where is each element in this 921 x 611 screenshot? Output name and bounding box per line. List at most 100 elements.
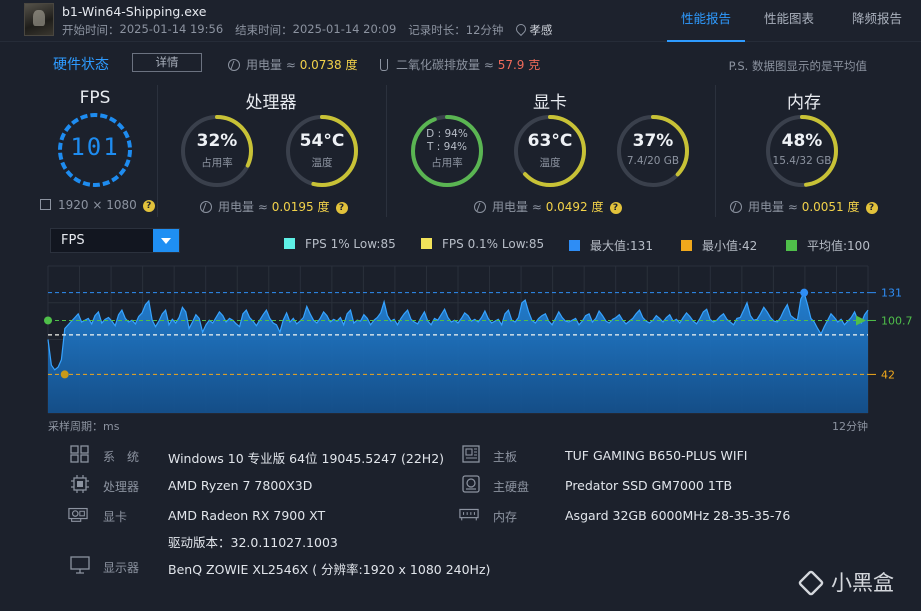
process-name: b1-Win64-Shipping.exe bbox=[62, 4, 207, 19]
screen-icon bbox=[40, 199, 51, 210]
divider bbox=[157, 85, 158, 217]
legend-swatch bbox=[786, 240, 797, 251]
gauge-ring bbox=[617, 115, 689, 187]
legend-label: 最小值:42 bbox=[702, 239, 758, 253]
resolution-text: 1920 × 1080 bbox=[58, 198, 137, 212]
tab-throttle-report[interactable]: 降频报告 bbox=[833, 0, 921, 42]
disk-icon bbox=[462, 475, 480, 493]
legend-item: 平均值:100 bbox=[786, 237, 870, 254]
disk-label: 主硬盘 bbox=[493, 480, 530, 494]
fps-chart: 131 100.7 42 bbox=[44, 265, 913, 414]
gpu-value: AMD Radeon RX 7900 XT bbox=[168, 508, 326, 523]
memory-title: 内存 bbox=[787, 93, 821, 113]
gpu-temp-gauge: 63°C 温度 bbox=[512, 113, 588, 189]
min-marker bbox=[60, 370, 69, 379]
ram-icon bbox=[459, 508, 479, 521]
gpu-title: 显卡 bbox=[533, 93, 567, 113]
gauge-ring bbox=[181, 115, 253, 187]
chevron-down-icon[interactable] bbox=[153, 229, 179, 252]
memory-power-label: 用电量 ≈ bbox=[748, 200, 802, 214]
end-time: 2025-01-14 20:09 bbox=[292, 22, 397, 36]
gauge-ring bbox=[766, 115, 838, 187]
motherboard-label: 主板 bbox=[493, 450, 518, 464]
heybox-logo-icon bbox=[797, 569, 825, 597]
disk-value: Predator SSD GM7000 1TB bbox=[565, 478, 733, 493]
co2-value: 57.9 克 bbox=[497, 58, 541, 72]
duration-label: 记录时长： bbox=[408, 23, 466, 37]
game-icon bbox=[24, 3, 54, 36]
gpu-icon bbox=[68, 507, 88, 522]
cpu-power-value: 0.0195 度 bbox=[271, 200, 330, 214]
divider bbox=[715, 85, 716, 217]
metric-select[interactable]: FPS bbox=[50, 228, 180, 253]
details-button[interactable]: 详情 bbox=[132, 53, 202, 72]
motherboard-icon bbox=[462, 445, 480, 463]
memory-power-value: 0.0051 度 bbox=[801, 200, 860, 214]
fps-value: 101 bbox=[70, 133, 120, 161]
tick-label: 131 bbox=[881, 287, 902, 300]
memory-usage-value: 48% bbox=[781, 131, 823, 151]
start-label: 开始时间： bbox=[62, 23, 120, 37]
co2-emission: 二氧化碳排放量 ≈ 57.9 克 bbox=[380, 56, 540, 73]
x-axis-end-label: 12分钟 bbox=[832, 420, 868, 433]
total-power: 用电量 ≈ 0.0738 度 bbox=[228, 56, 358, 73]
legend-swatch bbox=[681, 240, 692, 251]
gpu-usage-gauge: D : 94% T : 94% 占用率 bbox=[409, 113, 485, 189]
tick-label: 42 bbox=[881, 368, 895, 381]
windows-icon bbox=[70, 445, 89, 463]
legend-item: FPS 0.1% Low:85 bbox=[421, 237, 544, 251]
power-icon bbox=[730, 201, 742, 213]
gpu-power-label: 用电量 ≈ bbox=[492, 200, 546, 214]
gpu-label: 显卡 bbox=[103, 510, 128, 524]
cpu-label: 处理器 bbox=[103, 480, 140, 494]
legend-label: 最大值:131 bbox=[590, 239, 653, 253]
tick-label: 100.7 bbox=[881, 314, 913, 327]
gpu-d-usage: D : 94% bbox=[426, 128, 468, 140]
gauge-ring bbox=[514, 115, 586, 187]
help-icon[interactable]: ? bbox=[609, 202, 622, 214]
resolution: 1920 × 1080? bbox=[40, 198, 155, 213]
legend-item: FPS 1% Low:85 bbox=[284, 237, 396, 251]
help-icon[interactable]: ? bbox=[142, 200, 155, 212]
cpu-usage-value: 32% bbox=[196, 131, 238, 151]
cpu-temp-value: 54°C bbox=[299, 131, 345, 151]
cpu-value: AMD Ryzen 7 7800X3D bbox=[168, 478, 313, 493]
location-icon bbox=[515, 24, 525, 36]
end-label: 结束时间： bbox=[235, 23, 293, 37]
co2-label: 二氧化碳排放量 ≈ bbox=[396, 58, 498, 72]
cpu-power-label: 用电量 ≈ bbox=[218, 200, 272, 214]
tab-performance-charts[interactable]: 性能图表 bbox=[745, 0, 833, 42]
gpu-t-usage: T : 94% bbox=[427, 141, 467, 153]
legend-label: FPS 0.1% Low:85 bbox=[442, 237, 545, 251]
help-icon[interactable]: ? bbox=[335, 202, 348, 214]
ram-value: Asgard 32GB 6000MHz 28-35-35-76 bbox=[565, 508, 791, 523]
ram-label: 内存 bbox=[493, 510, 518, 524]
gpu-vram-label: 7.4/20 GB bbox=[626, 155, 680, 167]
chart-note: P.S. 数据图显示的是平均值 bbox=[728, 59, 867, 73]
gpu-vram-value: 37% bbox=[632, 131, 674, 151]
metric-select-value: FPS bbox=[61, 233, 85, 248]
legend-item: 最大值:131 bbox=[569, 237, 653, 254]
help-icon[interactable]: ? bbox=[865, 202, 878, 214]
legend-label: 平均值:100 bbox=[807, 239, 870, 253]
cpu-usage-gauge: 32% 占用率 bbox=[179, 113, 255, 189]
gauge-ring bbox=[286, 115, 358, 187]
gpu-vram-gauge: 37% 7.4/20 GB bbox=[615, 113, 691, 189]
total-power-value: 0.0738 度 bbox=[299, 58, 358, 72]
hardware-status-title: 硬件状态 bbox=[53, 57, 109, 73]
gpu-usage-label: 占用率 bbox=[431, 157, 463, 169]
power-icon bbox=[474, 201, 486, 213]
watermark: 小黑盒 bbox=[797, 566, 894, 597]
cpu-temp-label: 温度 bbox=[311, 157, 333, 169]
gpu-temp-value: 63°C bbox=[527, 131, 573, 151]
performance-report-window: b1-Win64-Shipping.exe 开始时间： 2025-01-14 1… bbox=[0, 0, 921, 611]
tab-performance-report[interactable]: 性能报告 bbox=[667, 0, 745, 42]
power-icon bbox=[228, 59, 240, 71]
total-power-label: 用电量 ≈ bbox=[246, 58, 300, 72]
memory-power: 用电量 ≈ 0.0051 度? bbox=[730, 198, 878, 215]
memory-usage-gauge: 48% 15.4/32 GB bbox=[764, 113, 840, 189]
legend-swatch bbox=[284, 238, 295, 249]
gpu-power-value: 0.0492 度 bbox=[545, 200, 604, 214]
legend-swatch bbox=[569, 240, 580, 251]
header-bar: b1-Win64-Shipping.exe 开始时间： 2025-01-14 1… bbox=[0, 0, 921, 42]
